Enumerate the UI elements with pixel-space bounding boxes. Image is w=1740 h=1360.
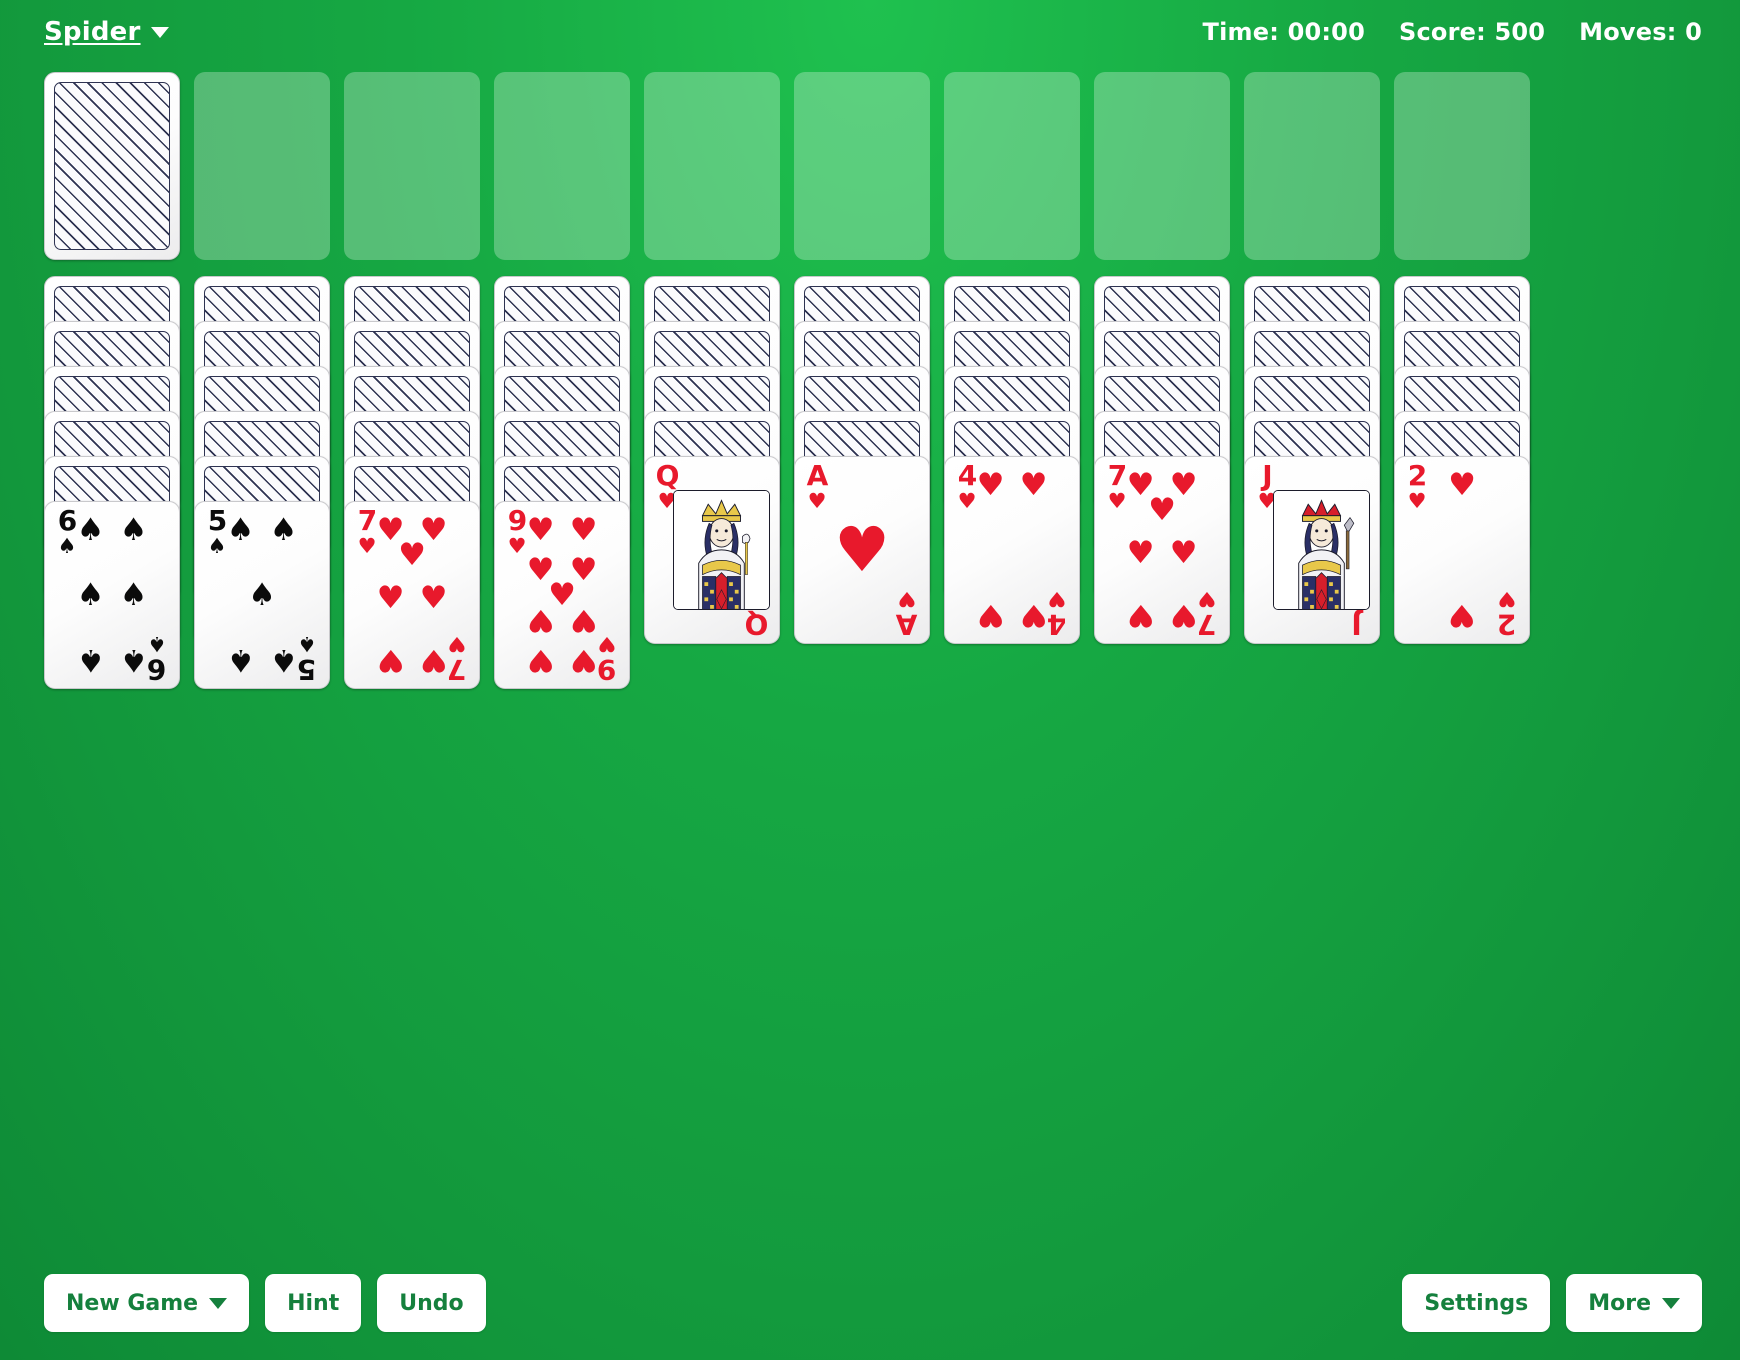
spades-pip: ♠ [76, 512, 105, 548]
foundation-slot-8[interactable] [1244, 72, 1380, 260]
face-up-card-9-of-hearts[interactable]: 9 ♥ 9 ♥ ♥ ♥ ♥ ♥ ♥ ♥ ♥ ♥ ♥ [494, 501, 630, 689]
hearts-pip: ♥ [376, 642, 405, 678]
spades-pip: ♠ [76, 642, 105, 678]
face-up-card-7-of-hearts[interactable]: 7 ♥ 7 ♥ ♥ ♥ ♥ ♥ ♥ ♥ ♥ [344, 501, 480, 689]
pip-layout: ♥ ♥ [1419, 467, 1505, 633]
foundation-slot-5[interactable] [794, 72, 930, 260]
hearts-pip: ♥ [1448, 597, 1476, 633]
hint-label: Hint [287, 1290, 340, 1316]
hearts-pip: ♥ [1169, 534, 1198, 571]
hearts-pip: ♥ [569, 602, 598, 639]
top-bar: Spider Time: 00:00 Score: 500 Moves: 0 [0, 0, 1740, 64]
spades-pip: ♠ [119, 512, 148, 548]
face-up-card-4-of-hearts[interactable]: 4 ♥ 4 ♥ ♥ ♥ ♥ ♥ [944, 456, 1080, 644]
pip-layout: ♥ ♥ ♥ ♥ [969, 467, 1055, 633]
face-up-card-5-of-spades[interactable]: 5 ♠ 5 ♠ ♠ ♠ ♠ ♠ ♠ [194, 501, 330, 689]
undo-button[interactable]: Undo [377, 1274, 486, 1332]
card-rank: J [1352, 608, 1362, 641]
hearts-pip: ♥ [1126, 534, 1155, 571]
face-up-card-2-of-hearts[interactable]: 2 ♥ 2 ♥ ♥ ♥ [1394, 456, 1530, 644]
hearts-pip: ♥ [834, 513, 890, 587]
spades-pip: ♠ [76, 576, 105, 613]
moves-display: Moves: 0 [1579, 18, 1702, 46]
spades-pip: ♠ [226, 642, 255, 678]
time-display: Time: 00:00 [1202, 18, 1365, 46]
hint-button[interactable]: Hint [265, 1274, 362, 1332]
pip-layout: ♠ ♠ ♠ ♠ ♠ ♠ [69, 512, 155, 678]
hearts-pip: ♥ [1448, 467, 1476, 503]
stock-pile[interactable] [44, 72, 180, 260]
hearts-pip: ♥ [1019, 597, 1048, 633]
hearts-pip: ♥ [569, 512, 598, 548]
hearts-pip: ♥ [1169, 597, 1198, 633]
hearts-pip: ♥ [976, 467, 1005, 503]
pip-layout: ♥ ♥ ♥ ♥ ♥ ♥ ♥ [369, 515, 455, 678]
face-up-card-6-of-spades[interactable]: 6 ♠ 6 ♠ ♠ ♠ ♠ ♠ ♠ ♠ [44, 501, 180, 689]
pip-layout: ♠ ♠ ♠ ♠ ♠ [219, 512, 305, 678]
card-rank: Q [655, 459, 680, 492]
hearts-pip: ♥ [419, 579, 448, 616]
pip-layout: ♥ ♥ ♥ ♥ ♥ ♥ ♥ [1119, 470, 1205, 633]
right-button-group: Settings More [1402, 1274, 1702, 1332]
court-illustration [1274, 491, 1369, 609]
pip-layout: ♥ ♥ ♥ ♥ ♥ ♥ ♥ ♥ ♥ [519, 512, 605, 678]
more-label: More [1588, 1290, 1651, 1316]
score-display: Score: 500 [1398, 18, 1546, 46]
spades-pip: ♠ [226, 512, 255, 548]
court-illustration [674, 491, 769, 609]
hearts-pip: ♥ [526, 602, 555, 639]
foundation-slot-9[interactable] [1394, 72, 1530, 260]
card-back-pattern [54, 82, 170, 250]
face-up-card-a-of-hearts[interactable]: A ♥ A ♥ ♥ [794, 456, 930, 644]
undo-label: Undo [399, 1290, 464, 1316]
more-button[interactable]: More [1566, 1274, 1702, 1332]
new-game-label: New Game [66, 1290, 199, 1316]
face-up-card-j-of-hearts[interactable]: J ♥ J ♥ [1244, 456, 1380, 644]
hearts-pip: ♥ [526, 512, 555, 548]
foundation-slot-4[interactable] [644, 72, 780, 260]
court-panel [1273, 490, 1370, 610]
face-up-card-7-of-hearts[interactable]: 7 ♥ 7 ♥ ♥ ♥ ♥ ♥ ♥ ♥ ♥ [1094, 456, 1230, 644]
foundation-slot-3[interactable] [494, 72, 630, 260]
spades-pip: ♠ [119, 576, 148, 613]
foundation-slot-7[interactable] [1094, 72, 1230, 260]
new-game-button[interactable]: New Game [44, 1274, 250, 1332]
face-up-card-q-of-hearts[interactable]: Q ♥ Q ♥ [644, 456, 780, 644]
card-rank: Q [745, 608, 769, 641]
game-title-label: Spider [44, 17, 141, 47]
game-selector[interactable]: Spider [44, 17, 169, 47]
hearts-pip: ♥ [1126, 597, 1155, 633]
foundation-slot-2[interactable] [344, 72, 480, 260]
spades-pip: ♠ [119, 642, 148, 678]
court-panel [673, 490, 770, 610]
top-row [44, 72, 1696, 262]
settings-label: Settings [1424, 1290, 1529, 1316]
game-board: 6 ♠ 6 ♠ ♠♠♠♠♠♠ 5 ♠ 5 ♠ ♠♠♠♠♠ 7 [44, 72, 1696, 796]
spades-pip: ♠ [248, 576, 276, 613]
tableau-area: 6 ♠ 6 ♠ ♠♠♠♠♠♠ 5 ♠ 5 ♠ ♠♠♠♠♠ 7 [44, 276, 1696, 796]
hearts-pip: ♥ [419, 642, 448, 678]
settings-button[interactable]: Settings [1402, 1274, 1551, 1332]
chevron-down-icon [1662, 1297, 1680, 1309]
left-button-group: New Game Hint Undo [44, 1274, 486, 1332]
pip-layout: ♥ [819, 473, 905, 627]
foundation-slot-6[interactable] [944, 72, 1080, 260]
hearts-pip: ♥ [976, 597, 1005, 633]
hearts-pip: ♥ [526, 642, 555, 678]
card-rank: J [1262, 459, 1272, 492]
status-group: Time: 00:00 Score: 500 Moves: 0 [1203, 18, 1702, 46]
hearts-pip: ♥ [398, 536, 426, 573]
hearts-pip: ♥ [569, 642, 598, 678]
hearts-pip: ♥ [1019, 467, 1048, 503]
chevron-down-icon [209, 1297, 228, 1309]
spades-pip: ♠ [269, 642, 298, 678]
hearts-pip: ♥ [1148, 491, 1176, 528]
foundation-slot-1[interactable] [194, 72, 330, 260]
bottom-bar: New Game Hint Undo Settings More [0, 1274, 1740, 1332]
chevron-down-icon [150, 26, 169, 38]
hearts-pip: ♥ [376, 579, 405, 616]
spades-pip: ♠ [269, 512, 298, 548]
